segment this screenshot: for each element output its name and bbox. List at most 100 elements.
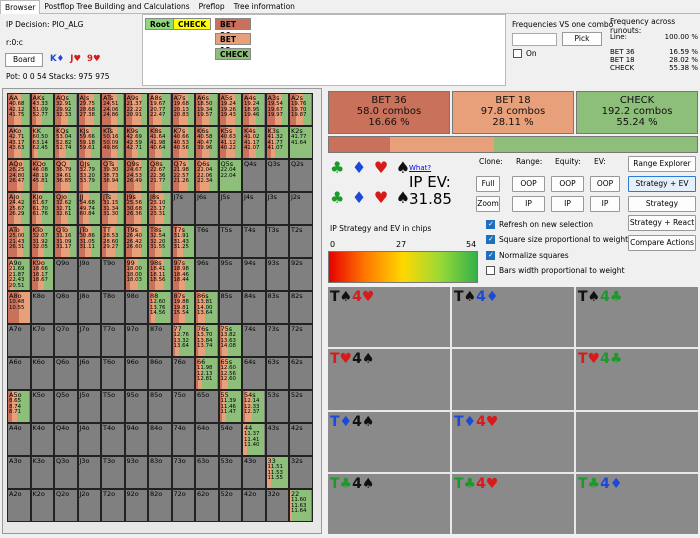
- matrix-cell[interactable]: 32.54 32.20 31.55 T8s: [148, 225, 172, 258]
- matrix-cell[interactable]: 62o: [195, 489, 219, 522]
- runout-cell[interactable]: T♣4♠: [328, 473, 450, 534]
- ev-ip-button[interactable]: IP: [590, 196, 620, 212]
- runout-cell[interactable]: T♦4♠: [328, 411, 450, 472]
- matrix-cell[interactable]: 25.00 21.43 26.31 ATo: [7, 225, 31, 258]
- strategy-ev-button[interactable]: Strategy + EV: [628, 176, 696, 192]
- suit-row-1[interactable]: ♣ ♦ ♥ ♠: [330, 158, 411, 177]
- matrix-cell[interactable]: T2o: [101, 489, 125, 522]
- compare-actions-button[interactable]: Compare Actions: [628, 235, 696, 251]
- matrix-cell[interactable]: 32s: [289, 456, 313, 489]
- matrix-cell[interactable]: 82s: [289, 291, 313, 324]
- matrix-cell[interactable]: 96o: [124, 357, 148, 390]
- equity-oop-button[interactable]: OOP: [551, 176, 584, 192]
- matrix-cell[interactable]: 19.88 19.81 15.54 87s: [171, 291, 195, 324]
- refresh-checkbox[interactable]: Refresh on new selection: [486, 220, 593, 229]
- pick-button[interactable]: Pick: [562, 32, 602, 46]
- matrix-cell[interactable]: 42.71 43.17 43.63 AKo: [7, 126, 31, 159]
- range-oop-button[interactable]: OOP: [512, 176, 545, 192]
- runout-cell[interactable]: T♠4♦: [452, 287, 574, 348]
- matrix-cell[interactable]: 52o: [218, 489, 242, 522]
- matrix-cell[interactable]: 18.00 18.00 18.03 99: [124, 258, 148, 291]
- matrix-cell[interactable]: 83o: [148, 456, 172, 489]
- matrix-cell[interactable]: 12.60 12.56 12.60 65s: [218, 357, 242, 390]
- matrix-cell[interactable]: K5o: [30, 390, 54, 423]
- matrix-cell[interactable]: Q7o: [54, 324, 78, 357]
- matrix-cell[interactable]: 50.16 50.09 49.86 KTs: [101, 126, 125, 159]
- matrix-cell[interactable]: 53s: [265, 390, 289, 423]
- matrix-cell[interactable]: 94s: [242, 258, 266, 291]
- matrix-cell[interactable]: 60.50 63.14 62.45 KK: [30, 126, 54, 159]
- matrix-cell[interactable]: T8o: [101, 291, 125, 324]
- matrix-cell[interactable]: 73o: [171, 456, 195, 489]
- matrix-cell[interactable]: 43o: [242, 456, 266, 489]
- matrix-cell[interactable]: 96s: [195, 258, 219, 291]
- matrix-cell[interactable]: 29.75 28.68 27.38 AJs: [77, 93, 101, 126]
- suit-row-2[interactable]: ♣ ♦ ♥ ♠: [330, 188, 411, 207]
- matrix-cell[interactable]: 22.04 22.06 22.34 Q6s: [195, 159, 219, 192]
- ev-oop-button[interactable]: OOP: [590, 176, 620, 192]
- matrix-cell[interactable]: 97o: [124, 324, 148, 357]
- runout-cell[interactable]: [452, 349, 574, 410]
- matrix-cell[interactable]: J6o: [77, 357, 101, 390]
- tree-node-root[interactable]: Root: [145, 18, 175, 30]
- matrix-cell[interactable]: T5o: [101, 390, 125, 423]
- matrix-cell[interactable]: 92s: [289, 258, 313, 291]
- runout-cell[interactable]: T♠4♥: [328, 287, 450, 348]
- matrix-cell[interactable]: 65o: [195, 390, 219, 423]
- matrix-cell[interactable]: 40.63 41.12 40.22 K5s: [218, 126, 242, 159]
- matrix-cell[interactable]: T9o: [101, 258, 125, 291]
- matrix-cell[interactable]: T6s: [195, 225, 219, 258]
- matrix-cell[interactable]: 61.67 61.70 61.76 KJo: [30, 192, 54, 225]
- matrix-cell[interactable]: 98o: [124, 291, 148, 324]
- matrix-cell[interactable]: 11.60 11.63 11.64 22: [289, 489, 313, 522]
- matrix-cell[interactable]: 28.53 28.60 29.27 TT: [101, 225, 125, 258]
- matrix-cell[interactable]: 8.65 8.74 8.71 A5o: [7, 390, 31, 423]
- matrix-cell[interactable]: 93s: [265, 258, 289, 291]
- matrix-cell[interactable]: J6s: [195, 192, 219, 225]
- matrix-cell[interactable]: J8o: [77, 291, 101, 324]
- matrix-cell[interactable]: 11.37 11.41 11.40 44: [242, 423, 266, 456]
- matrix-cell[interactable]: J4s: [242, 192, 266, 225]
- matrix-cell[interactable]: Q2o: [54, 489, 78, 522]
- matrix-cell[interactable]: K6o: [30, 357, 54, 390]
- matrix-cell[interactable]: Q4o: [54, 423, 78, 456]
- tree-node-check-2[interactable]: CHECK: [215, 48, 251, 60]
- matrix-cell[interactable]: 74s: [242, 324, 266, 357]
- matrix-cell[interactable]: 59.66 59.18 59.61 KJs: [77, 126, 101, 159]
- matrix-cell[interactable]: 85o: [148, 390, 172, 423]
- runout-cell[interactable]: T♥4♠: [328, 349, 450, 410]
- what-link[interactable]: What?: [409, 164, 431, 172]
- matrix-cell[interactable]: T5s: [218, 225, 242, 258]
- matrix-cell[interactable]: 41.64 41.98 40.64 K8s: [148, 126, 172, 159]
- matrix-cell[interactable]: 26.25 24.80 26.47 AQo: [7, 159, 31, 192]
- matrix-cell[interactable]: 18.41 18.11 18.56 98s: [148, 258, 172, 291]
- matrix-cell[interactable]: 11.51 11.53 11.55 33: [265, 456, 289, 489]
- matrix-cell[interactable]: J7s: [171, 192, 195, 225]
- matrix-cell[interactable]: 18.98 18.46 18.44 97s: [171, 258, 195, 291]
- matrix-cell[interactable]: 22.67 22.36 21.77 Q8s: [148, 159, 172, 192]
- matrix-cell[interactable]: 32.07 31.92 32.05 KTo: [30, 225, 54, 258]
- matrix-cell[interactable]: 75o: [171, 390, 195, 423]
- matrix-cell[interactable]: A3o: [7, 456, 31, 489]
- matrix-cell[interactable]: 64s: [242, 357, 266, 390]
- matrix-cell[interactable]: 21.69 21.87 22.43 20.51 A9o: [7, 258, 31, 291]
- matrix-cell[interactable]: 72o: [171, 489, 195, 522]
- matrix-cell[interactable]: 19.54 19.67 19.97 A3s: [265, 93, 289, 126]
- matrix-cell[interactable]: 18.50 19.34 19.57 A6s: [195, 93, 219, 126]
- matrix-cell[interactable]: 64o: [195, 423, 219, 456]
- matrix-cell[interactable]: 95o: [124, 390, 148, 423]
- runout-cell[interactable]: T♣4♥: [452, 473, 574, 534]
- matrix-cell[interactable]: 24.42 25.67 26.29 AJo: [7, 192, 31, 225]
- matrix-cell[interactable]: Q2s: [289, 159, 313, 192]
- matrix-cell[interactable]: T7o: [101, 324, 125, 357]
- matrix-cell[interactable]: T3o: [101, 456, 125, 489]
- matrix-cell[interactable]: K8o: [30, 291, 54, 324]
- matrix-cell[interactable]: 43s: [265, 423, 289, 456]
- matrix-cell[interactable]: A2o: [7, 489, 31, 522]
- matrix-cell[interactable]: 21.37 22.22 20.91 A9s: [124, 93, 148, 126]
- combo-input[interactable]: [512, 33, 557, 46]
- matrix-cell[interactable]: J5o: [77, 390, 101, 423]
- equity-ip-button[interactable]: IP: [551, 196, 584, 212]
- matrix-cell[interactable]: 40.58 40.47 39.96 K6s: [195, 126, 219, 159]
- matrix-cell[interactable]: 54o: [218, 423, 242, 456]
